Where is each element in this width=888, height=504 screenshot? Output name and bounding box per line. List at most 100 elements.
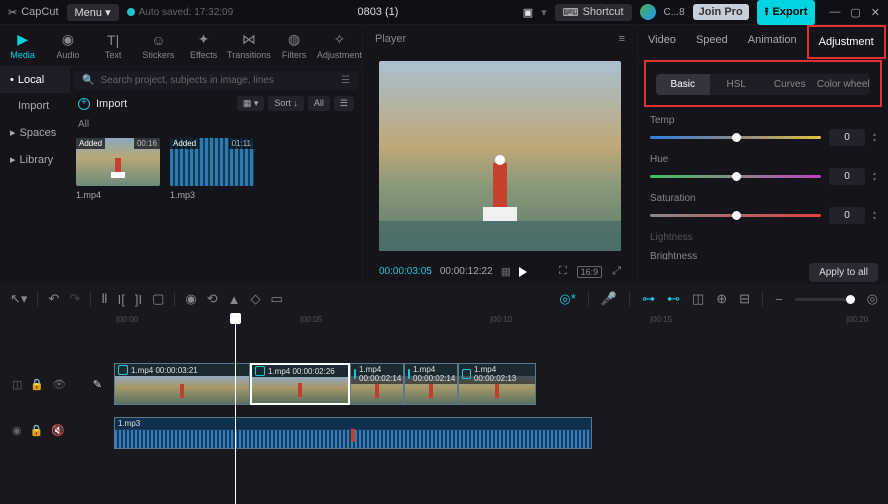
subtab-basic[interactable]: Basic xyxy=(656,74,710,95)
redo-icon[interactable]: ↷ xyxy=(69,291,80,307)
zoom-fit-icon[interactable]: ◎ xyxy=(867,291,878,307)
link-icon[interactable]: ⊷ xyxy=(667,291,680,307)
view-grid-button[interactable]: ▦ ▾ xyxy=(237,96,265,111)
minimize-icon[interactable]: — xyxy=(829,6,840,19)
filter-icon[interactable]: ☰ xyxy=(341,75,350,86)
undo-icon[interactable]: ↶ xyxy=(48,291,59,307)
export-button[interactable]: ⭱Export xyxy=(757,0,816,25)
media-thumb[interactable]: Added01:11 1.mp3 xyxy=(170,138,254,200)
stickers-icon: ☺ xyxy=(151,32,165,48)
play-button[interactable] xyxy=(519,267,527,277)
tab-adjustment-right[interactable]: Adjustment xyxy=(809,27,884,57)
sidebar-item-local[interactable]: • Local xyxy=(0,67,70,93)
media-icon: ▶ xyxy=(17,31,28,48)
text-icon: T| xyxy=(107,32,119,48)
layout-icon[interactable]: ▣ xyxy=(523,6,533,19)
pointer-tool-icon[interactable]: ↖▾ xyxy=(10,291,27,307)
tab-transitions[interactable]: ⋈Transitions xyxy=(226,25,271,66)
trim-left-icon[interactable]: I[ xyxy=(118,292,125,307)
sort-button[interactable]: Sort ↓ xyxy=(268,96,304,111)
search-icon: 🔍 xyxy=(82,75,94,86)
fullscreen-icon[interactable]: ⤢ xyxy=(612,265,621,278)
sidebar-item-library[interactable]: ▸ Library xyxy=(0,146,70,173)
rotate-icon[interactable]: ◇ xyxy=(251,291,261,307)
tab-media[interactable]: ▶Media xyxy=(0,25,45,66)
tab-adjustment[interactable]: ✧Adjustment xyxy=(317,25,362,66)
slider-saturation[interactable] xyxy=(650,214,821,217)
reverse-icon[interactable]: ⟲ xyxy=(207,291,218,307)
delete-icon[interactable]: ▢ xyxy=(152,291,164,307)
subtab-colorwheel[interactable]: Color wheel xyxy=(817,74,871,95)
import-button[interactable]: Import xyxy=(78,98,127,110)
apply-to-all-button[interactable]: Apply to all xyxy=(809,263,878,282)
filter-button[interactable]: ☰ xyxy=(334,96,354,111)
project-title: 0803 (1) xyxy=(241,6,515,18)
timeline-clip[interactable]: 1.mp4 00:00:02:26 xyxy=(250,363,350,405)
close-icon[interactable]: ✕ xyxy=(871,6,880,19)
mic-icon[interactable]: 🎤 xyxy=(601,291,617,307)
playhead[interactable] xyxy=(235,313,236,504)
tab-effects[interactable]: ✦Effects xyxy=(181,25,226,66)
magnet-icon[interactable]: ⊶ xyxy=(642,291,655,307)
grid-icon[interactable]: ▦ xyxy=(501,265,511,278)
timeline-clip[interactable]: 1.mp4 00:00:02:13 xyxy=(458,363,536,405)
mute-icon[interactable]: 🔇 xyxy=(51,424,65,437)
split-icon[interactable]: Ⅱ xyxy=(101,291,107,307)
filter-all-button[interactable]: All xyxy=(308,96,330,111)
shortcut-button[interactable]: ⌨Shortcut xyxy=(555,4,632,21)
label-temp: Temp xyxy=(650,115,876,126)
time-ruler[interactable]: |00:00 |00:05 |00:10 |00:15 |00:20 xyxy=(110,313,888,331)
tab-filters[interactable]: ◍Filters xyxy=(272,25,317,66)
join-pro-button[interactable]: Join Pro xyxy=(693,4,749,20)
search-input[interactable]: 🔍 Search project, subjects in image, lin… xyxy=(74,71,358,90)
username: C...8 xyxy=(664,7,685,18)
scale-icon[interactable]: ⛶ xyxy=(559,265,567,278)
chevron-down-icon[interactable]: ▾ xyxy=(541,6,547,19)
timeline-clip[interactable]: 1.mp4 00:00:02:14 xyxy=(350,363,404,405)
zoom-out-icon[interactable]: − xyxy=(775,292,783,307)
pencil-icon[interactable]: ✎ xyxy=(93,378,102,391)
tab-audio[interactable]: ◉Audio xyxy=(45,25,90,66)
tab-text[interactable]: T|Text xyxy=(91,25,136,66)
lock-icon[interactable]: 🔒 xyxy=(30,424,44,437)
track-toggle-icon[interactable]: ◉ xyxy=(12,424,22,437)
aspect-ratio[interactable]: 16:9 xyxy=(577,266,603,278)
chevron-down-icon: ▾ xyxy=(105,7,111,19)
snap-icon[interactable]: ◫ xyxy=(692,291,704,307)
zoom-slider[interactable] xyxy=(795,298,855,301)
subtab-hsl[interactable]: HSL xyxy=(710,74,764,95)
timeline-clip[interactable]: 1.mp4 00:00:02:14 xyxy=(404,363,458,405)
visibility-icon[interactable]: 👁 xyxy=(52,378,66,391)
lock-icon[interactable]: 🔒 xyxy=(30,378,44,391)
tab-stickers[interactable]: ☺Stickers xyxy=(136,25,181,66)
collapse-icon[interactable]: ⊟ xyxy=(739,291,750,307)
tab-video[interactable]: Video xyxy=(638,25,686,59)
preview-axis-icon[interactable]: ⊕ xyxy=(716,291,727,307)
cover-icon[interactable]: ◎* xyxy=(559,291,575,307)
mirror-icon[interactable]: ▲ xyxy=(228,292,241,307)
timeline-clip[interactable]: 1.mp4 00:00:03:21 xyxy=(114,363,250,405)
player-menu-icon[interactable]: ≡ xyxy=(619,33,625,45)
maximize-icon[interactable]: ▢ xyxy=(850,6,860,19)
value-saturation[interactable]: 0 xyxy=(829,207,865,224)
tab-speed[interactable]: Speed xyxy=(686,25,738,59)
crop-icon[interactable]: ▭ xyxy=(271,291,283,307)
menu-button[interactable]: Menu ▾ xyxy=(67,4,119,21)
slider-temp[interactable] xyxy=(650,136,821,139)
value-hue[interactable]: 0 xyxy=(829,168,865,185)
autosave-status: Auto saved: 17:32:09 xyxy=(127,7,234,18)
record-icon[interactable]: ◉ xyxy=(185,291,196,307)
slider-hue[interactable] xyxy=(650,175,821,178)
media-thumb[interactable]: Added00:16 1.mp4 xyxy=(76,138,160,200)
player-viewport[interactable] xyxy=(379,61,621,251)
value-temp[interactable]: 0 xyxy=(829,129,865,146)
track-toggle-icon[interactable]: ◫ xyxy=(12,378,22,391)
subtab-curves[interactable]: Curves xyxy=(763,74,817,95)
player-title: Player xyxy=(375,33,406,45)
timeline-audio-clip[interactable]: 1.mp3 xyxy=(114,417,592,449)
tab-animation[interactable]: Animation xyxy=(738,25,807,59)
sidebar-item-spaces[interactable]: ▸ Spaces xyxy=(0,119,70,146)
avatar[interactable] xyxy=(640,4,656,20)
trim-right-icon[interactable]: ]I xyxy=(135,292,142,307)
sidebar-item-import[interactable]: Import xyxy=(0,93,70,119)
